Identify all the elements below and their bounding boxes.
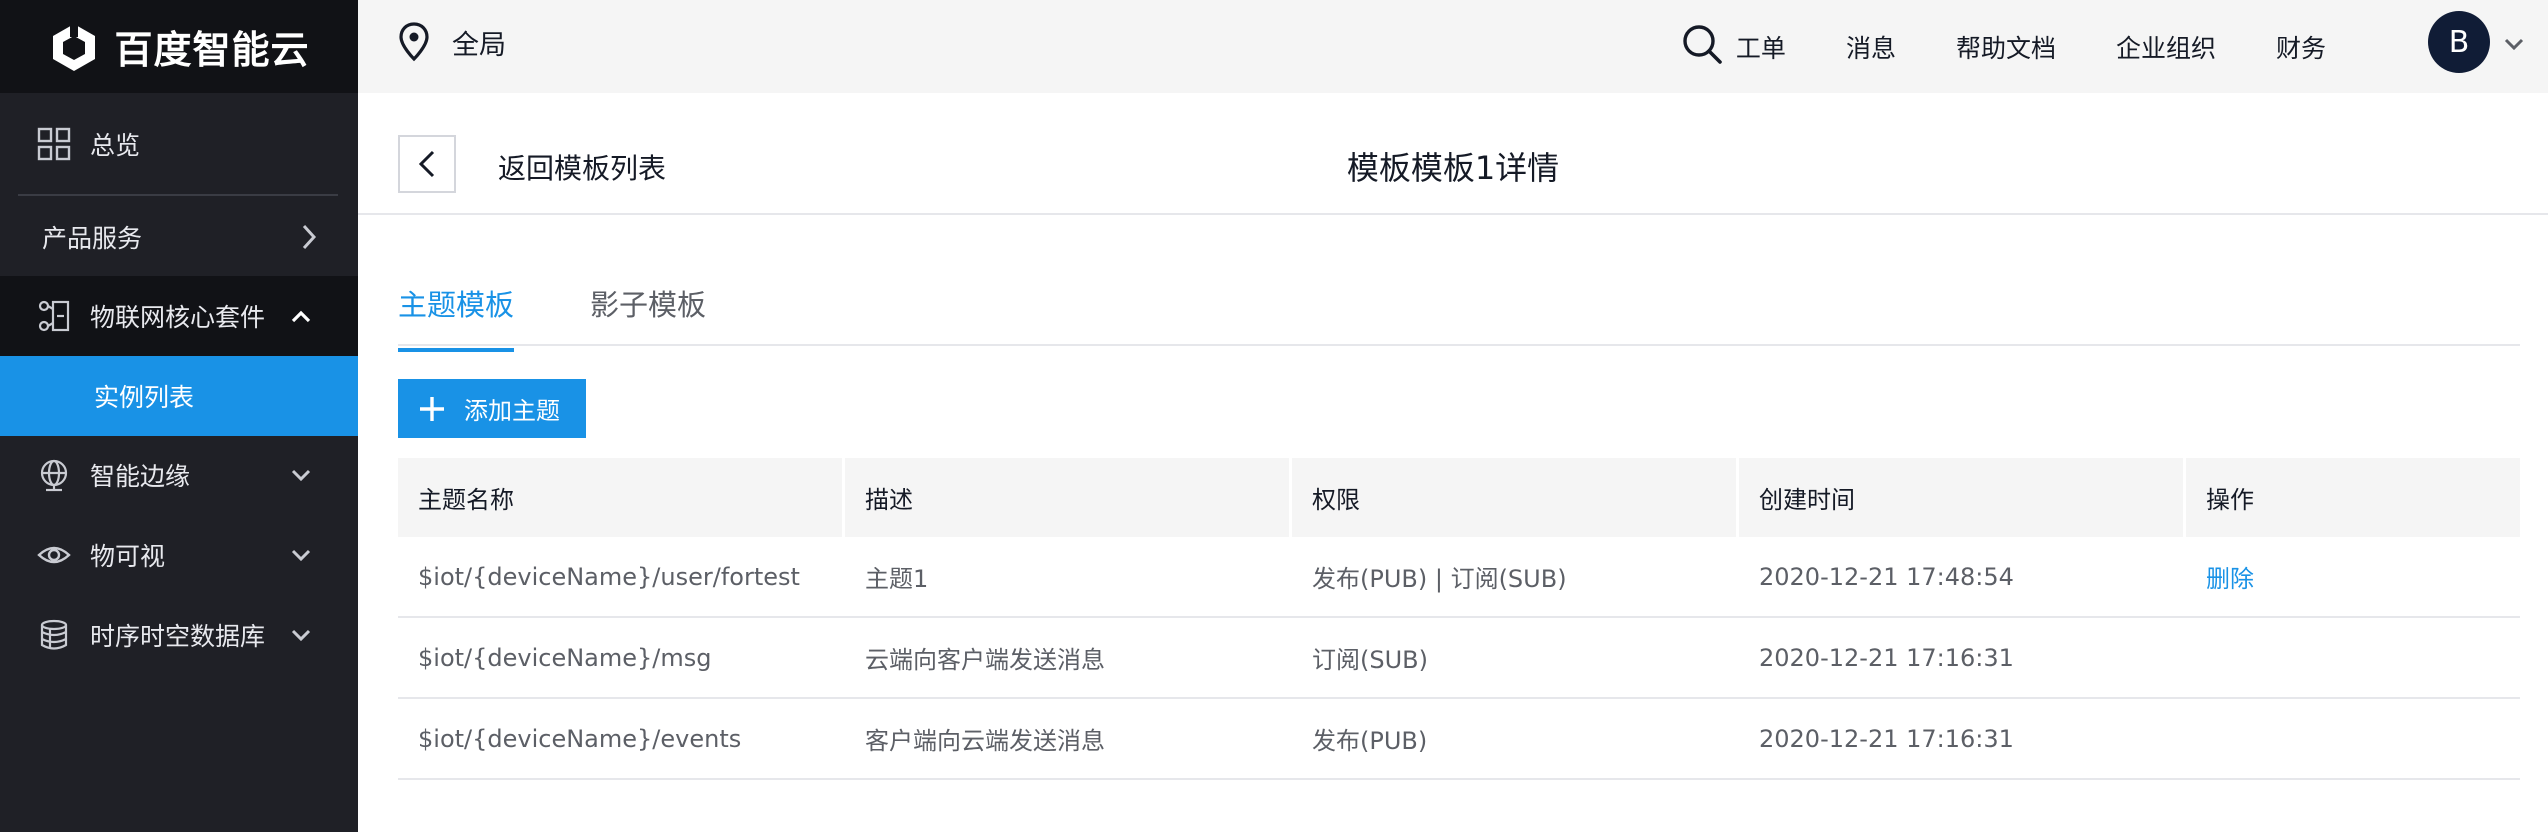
table-row: $iot/{deviceName}/user/fortest 主题1 发布(PU… [398,537,2520,618]
column-header-actions: 操作 [2206,486,2254,514]
sidebar-item-label: 物联网核心套件 [90,303,266,332]
cell-topic-name: $iot/{deviceName}/events [418,724,742,753]
region-label: 全局 [452,29,506,61]
sidebar-divider [18,194,338,196]
sidebar-item-products[interactable]: 产品服务 [0,206,358,268]
topic-table: 主题名称 描述 权限 创建时间 操作 $iot/{deviceName}/use… [398,458,2520,780]
column-header-created: 创建时间 [1739,458,2186,537]
delete-link[interactable]: 删除 [2206,559,2254,594]
cell-created-time: 2020-12-21 17:16:31 [1759,724,2014,753]
grid-icon [36,126,72,162]
sidebar-item-iot-core[interactable]: 物联网核心套件 [0,276,358,356]
cell-topic-name: $iot/{deviceName}/msg [418,643,712,672]
page-header: 返回模板列表 模板模板1详情 [358,93,2548,215]
sidebar-item-label: 实例列表 [94,383,195,412]
cell-actions [2186,618,2520,697]
tab-bar: 主题模板 影子模板 [398,262,2520,352]
chevron-up-icon [290,305,312,327]
eye-icon [36,537,72,573]
chevron-down-icon[interactable] [2502,32,2526,56]
column-header-desc: 描述 [845,458,1292,537]
sidebar-item-edge[interactable]: 智能边缘 [0,444,358,506]
top-bar: 全局 工单 消息 帮助文档 企业组织 财务 B [358,0,2548,93]
cell-created-time: 2020-12-21 17:48:54 [1759,562,2014,591]
sidebar-item-label: 时序时空数据库 [90,622,266,651]
tab-topic-template[interactable]: 主题模板 [398,282,515,352]
cell-description: 主题1 [865,565,929,593]
cell-topic-name: $iot/{deviceName}/user/fortest [418,562,800,591]
region-selector[interactable]: 全局 [398,22,506,62]
sidebar-item-label: 智能边缘 [90,462,191,491]
plus-icon [420,396,444,421]
top-link-help-docs[interactable]: 帮助文档 [1956,29,2056,65]
chevron-down-icon [290,624,312,646]
cell-created-time: 2020-12-21 17:16:31 [1759,643,2014,672]
sidebar-item-overview[interactable]: 总览 [0,113,358,175]
top-link-messages[interactable]: 消息 [1846,29,1896,65]
sidebar-item-label: 产品服务 [42,224,143,253]
tab-shadow-template[interactable]: 影子模板 [590,282,706,348]
sidebar-item-label: 总览 [90,131,141,160]
cell-actions: 删除 [2186,537,2520,616]
column-header-name: 主题名称 [398,458,845,537]
sidebar-item-visual[interactable]: 物可视 [0,524,358,586]
cell-permission: 发布(PUB) | 订阅(SUB) [1312,565,1567,593]
table-row: $iot/{deviceName}/events 客户端向云端发送消息 发布(P… [398,699,2520,780]
chevron-down-icon [290,544,312,566]
edge-globe-icon [36,457,72,493]
table-header: 主题名称 描述 权限 创建时间 操作 [398,458,2520,537]
top-link-finance[interactable]: 财务 [2276,29,2326,65]
add-topic-label: 添加主题 [464,397,560,425]
top-link-ticket[interactable]: 工单 [1736,29,1786,65]
sidebar-item-instance-list[interactable]: 实例列表 [0,356,358,436]
cell-permission: 发布(PUB) [1312,727,1428,755]
sidebar: 百度智能云 总览 产品服务 物联网核心套件 实例列表 智能边缘 物可视 时序时空… [0,0,358,832]
page-title: 模板模板1详情 [1346,149,1560,187]
chevron-down-icon [290,464,312,486]
brand-name: 百度智能云 [114,28,310,72]
cell-actions [2186,699,2520,778]
table-row: $iot/{deviceName}/msg 云端向客户端发送消息 订阅(SUB)… [398,618,2520,699]
add-topic-button[interactable]: 添加主题 [398,379,586,438]
iot-network-icon [36,298,72,334]
database-icon [36,617,72,653]
sidebar-item-tsdb[interactable]: 时序时空数据库 [0,604,358,666]
cell-description: 客户端向云端发送消息 [865,727,1105,755]
top-link-organization[interactable]: 企业组织 [2116,29,2216,65]
sidebar-item-label: 物可视 [90,542,166,571]
cell-permission: 订阅(SUB) [1312,646,1428,674]
cloud-logo-icon [53,20,96,71]
brand-logo[interactable]: 百度智能云 [0,0,358,93]
column-header-permission: 权限 [1292,458,1739,537]
cell-description: 云端向客户端发送消息 [865,646,1105,674]
chevron-right-icon [298,224,320,250]
top-links: 工单 消息 帮助文档 企业组织 财务 [1676,0,2326,93]
location-pin-icon [399,22,429,62]
avatar[interactable]: B [2428,11,2490,73]
